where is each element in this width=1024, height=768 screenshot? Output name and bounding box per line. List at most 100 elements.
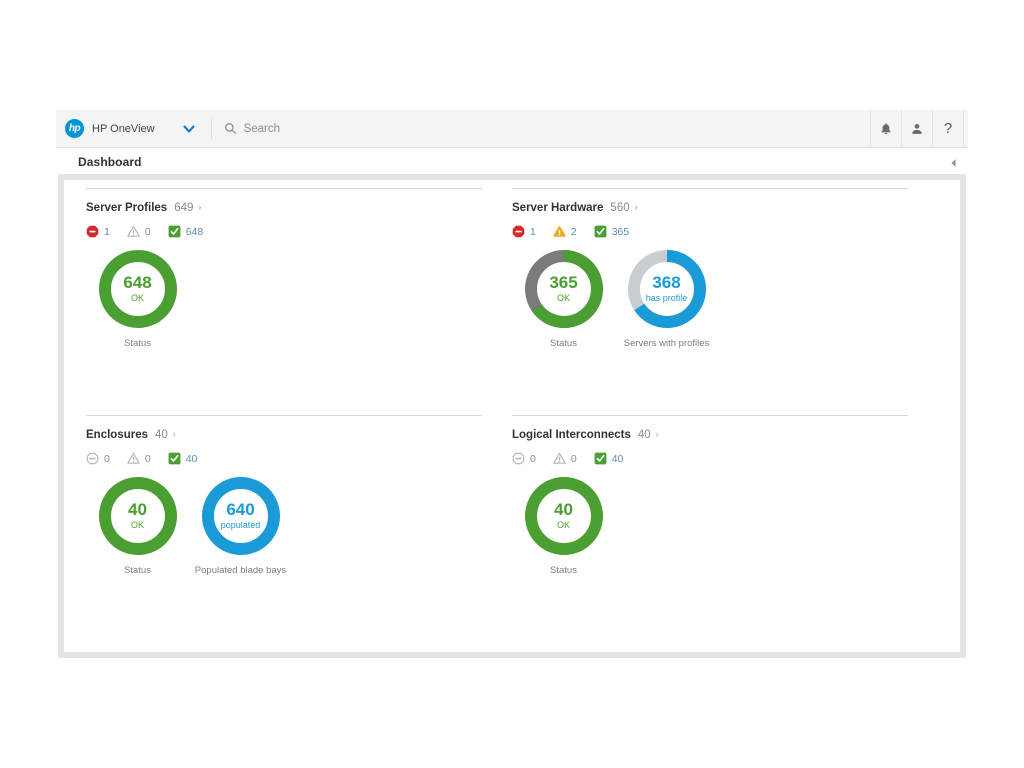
donut-caption: Servers with profiles: [624, 338, 710, 349]
legend-item-warning[interactable]: 0: [553, 452, 577, 465]
donut-ring: 648OK: [99, 250, 177, 328]
panel-header-link[interactable]: Server Profiles649›: [86, 202, 482, 214]
notifications-button[interactable]: [870, 110, 901, 147]
brand-area[interactable]: hp HP OneView: [56, 110, 197, 147]
donut-ring: 365OK: [525, 250, 603, 328]
donut-chart[interactable]: 368has profile Servers with profiles: [615, 250, 718, 349]
donut-chart[interactable]: 648OKStatus: [86, 250, 189, 349]
legend-item-critical[interactable]: 0: [512, 452, 536, 465]
donut-ring: 40OK: [525, 477, 603, 555]
legend-count: 648: [186, 226, 204, 238]
brand-name-label: HP OneView: [92, 123, 155, 135]
donut-row: 365OK Status 368has profile Servers with pr…: [512, 250, 908, 349]
dashboard-panel: Server Profiles649›10648648OKStatus: [86, 188, 512, 415]
panel-header-link[interactable]: Server Hardware560›: [512, 202, 908, 214]
legend-count: 0: [145, 226, 151, 238]
dashboard-frame: Server Profiles649›10648648OKStatusServe…: [58, 174, 966, 658]
status-legend: 1 0 648: [86, 225, 482, 238]
legend-count: 1: [104, 226, 110, 238]
donut-row: 648OKStatus: [86, 250, 482, 349]
chevron-right-icon: ›: [173, 430, 176, 439]
panel-rule: [512, 415, 908, 416]
panel-rule: [512, 188, 908, 189]
page-title-bar: Dashboard: [56, 148, 968, 175]
dashboard-grid: Server Profiles649›10648648OKStatusServe…: [64, 180, 960, 652]
warning-icon: [553, 452, 566, 465]
global-header: hp HP OneView: [56, 110, 968, 148]
legend-item-warning[interactable]: 2: [553, 225, 577, 238]
chevron-down-icon[interactable]: [181, 121, 197, 137]
panel-title: Enclosures: [86, 429, 148, 441]
legend-item-warning[interactable]: 0: [127, 225, 151, 238]
donut-ring: 368has profile: [628, 250, 706, 328]
dashboard-panel: Logical Interconnects 40 › 0 0 40 40OK Status: [512, 415, 938, 652]
warning-icon: [553, 225, 566, 238]
warning-icon: [127, 225, 140, 238]
donut-caption: Status: [550, 565, 577, 576]
dashboard-panel: Server Hardware560›12365365OKStatus368ha…: [512, 188, 938, 415]
help-icon: ?: [944, 120, 952, 137]
hp-logo-icon: hp: [65, 119, 84, 138]
page-title: Dashboard: [78, 155, 142, 169]
panel-rule: [86, 188, 482, 189]
donut-row: 40OK Status: [512, 477, 908, 576]
legend-item-ok[interactable]: 40: [168, 452, 198, 465]
legend-count: 0: [104, 453, 110, 465]
header-actions: ?: [870, 110, 964, 147]
legend-item-warning[interactable]: 0: [127, 452, 151, 465]
legend-count: 365: [612, 226, 630, 238]
panel-total-count: 560: [610, 202, 629, 214]
panel-title: Logical Interconnects: [512, 429, 631, 441]
critical-icon: [512, 225, 525, 238]
legend-count: 0: [145, 453, 151, 465]
ok-icon: [594, 225, 607, 238]
panel-total-count: 40: [638, 429, 651, 441]
legend-count: 40: [612, 453, 624, 465]
legend-item-critical[interactable]: 1: [86, 225, 110, 238]
dashboard-panel: Enclosures 40 › 0 0 40 40OK Status 640populated P…: [86, 415, 512, 652]
panel-total-count: 40: [155, 429, 168, 441]
legend-item-ok[interactable]: 648: [168, 225, 204, 238]
legend-item-critical[interactable]: 1: [512, 225, 536, 238]
critical-icon: [86, 225, 99, 238]
search-icon: [224, 122, 237, 135]
user-account-button[interactable]: [901, 110, 932, 147]
donut-caption: Status: [124, 565, 151, 576]
status-legend: 0 0 40: [512, 452, 908, 465]
panel-title: Server Hardware: [512, 202, 603, 214]
ok-icon: [168, 452, 181, 465]
donut-row: 40OK Status 640populated Populated blade ba…: [86, 477, 482, 576]
legend-count: 0: [571, 453, 577, 465]
collapse-panel-button[interactable]: [948, 156, 960, 168]
donut-ring: 640populated: [202, 477, 280, 555]
panel-rule: [86, 415, 482, 416]
ok-icon: [168, 225, 181, 238]
donut-caption: Status: [550, 338, 577, 349]
status-legend: 0 0 40: [86, 452, 482, 465]
chevron-right-icon: ›: [656, 430, 659, 439]
critical-icon: [512, 452, 525, 465]
caret-left-icon: [948, 157, 960, 169]
help-button[interactable]: ?: [932, 110, 964, 147]
critical-icon: [86, 452, 99, 465]
user-icon: [910, 122, 924, 136]
search-input[interactable]: [244, 123, 504, 135]
status-legend: 1 2 365: [512, 225, 908, 238]
donut-chart[interactable]: 365OK Status: [512, 250, 615, 349]
legend-item-ok[interactable]: 365: [594, 225, 630, 238]
panel-header-link[interactable]: Enclosures 40 ›: [86, 429, 482, 441]
donut-ring: 40OK: [99, 477, 177, 555]
panel-total-count: 649: [174, 202, 193, 214]
application-window: hp HP OneView: [56, 110, 968, 658]
donut-chart[interactable]: 640populated Populated blade bays: [189, 477, 292, 576]
donut-caption: Populated blade bays: [195, 565, 286, 576]
dashboard-content: Server Profiles649›10648648OKStatusServe…: [64, 180, 960, 652]
legend-item-ok[interactable]: 40: [594, 452, 624, 465]
donut-chart[interactable]: 40OK Status: [512, 477, 615, 576]
panel-header-link[interactable]: Logical Interconnects 40 ›: [512, 429, 908, 441]
legend-count: 40: [186, 453, 198, 465]
search-area[interactable]: [224, 110, 870, 147]
panel-title: Server Profiles: [86, 202, 167, 214]
donut-chart[interactable]: 40OK Status: [86, 477, 189, 576]
legend-item-critical[interactable]: 0: [86, 452, 110, 465]
